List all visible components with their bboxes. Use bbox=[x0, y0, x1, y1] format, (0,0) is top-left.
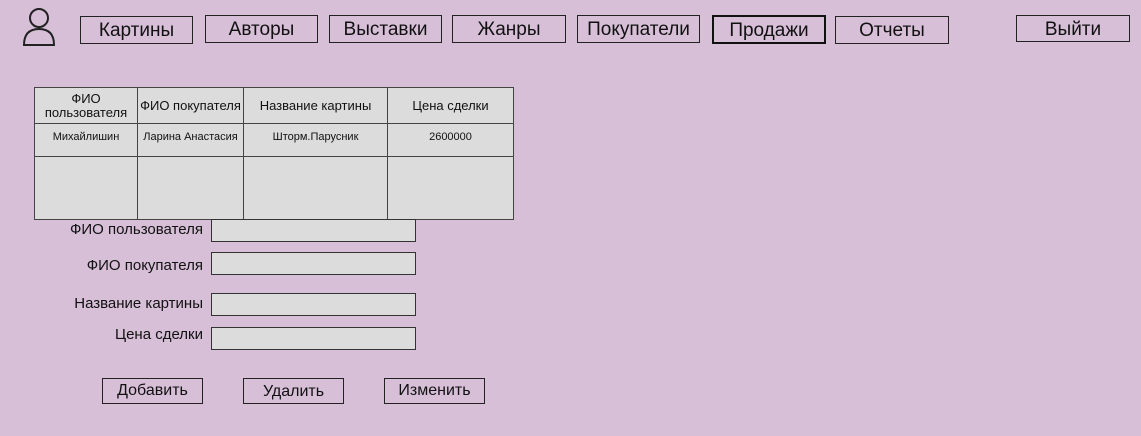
nav-buyers-button[interactable]: Покупатели bbox=[577, 15, 700, 43]
sales-table: ФИО пользователя ФИО покупателя Название… bbox=[34, 87, 514, 220]
table-row[interactable] bbox=[34, 156, 514, 220]
column-header-user: ФИО пользователя bbox=[34, 87, 138, 124]
user-icon[interactable] bbox=[22, 7, 56, 47]
table-row[interactable]: Михайлишин Ларина Анастасия Шторм.Парусн… bbox=[34, 123, 514, 157]
cell-user[interactable]: Михайлишин bbox=[34, 123, 138, 157]
nav-authors-button[interactable]: Авторы bbox=[205, 15, 318, 43]
nav-reports-button[interactable]: Отчеты bbox=[835, 16, 949, 44]
buyer-name-input[interactable] bbox=[211, 252, 416, 275]
cell-price[interactable] bbox=[387, 156, 514, 220]
nav-sales-button[interactable]: Продажи bbox=[712, 15, 826, 44]
user-field-label: ФИО пользователя bbox=[69, 221, 203, 238]
column-header-painting: Название картины bbox=[243, 87, 388, 124]
cell-painting[interactable]: Шторм.Парусник bbox=[243, 123, 388, 157]
cell-buyer[interactable] bbox=[137, 156, 244, 220]
logout-button[interactable]: Выйти bbox=[1016, 15, 1130, 42]
painting-field-label: Название картины bbox=[74, 295, 203, 312]
column-header-buyer: ФИО покупателя bbox=[137, 87, 244, 124]
table-header-row: ФИО пользователя ФИО покупателя Название… bbox=[34, 87, 514, 124]
price-field-label: Цена сделки bbox=[114, 326, 203, 343]
delete-button[interactable]: Удалить bbox=[243, 378, 344, 404]
cell-price[interactable]: 2600000 bbox=[387, 123, 514, 157]
cell-painting[interactable] bbox=[243, 156, 388, 220]
painting-name-input[interactable] bbox=[211, 293, 416, 316]
price-input[interactable] bbox=[211, 327, 416, 350]
edit-button[interactable]: Изменить bbox=[384, 378, 485, 404]
nav-genres-button[interactable]: Жанры bbox=[452, 15, 566, 43]
nav-exhibitions-button[interactable]: Выставки bbox=[329, 15, 442, 43]
add-button[interactable]: Добавить bbox=[102, 378, 203, 404]
cell-user[interactable] bbox=[34, 156, 138, 220]
cell-buyer[interactable]: Ларина Анастасия bbox=[137, 123, 244, 157]
buyer-field-label: ФИО покупателя bbox=[86, 257, 203, 274]
column-header-price: Цена сделки bbox=[387, 87, 514, 124]
user-name-input[interactable] bbox=[211, 219, 416, 242]
nav-paintings-button[interactable]: Картины bbox=[80, 16, 193, 44]
